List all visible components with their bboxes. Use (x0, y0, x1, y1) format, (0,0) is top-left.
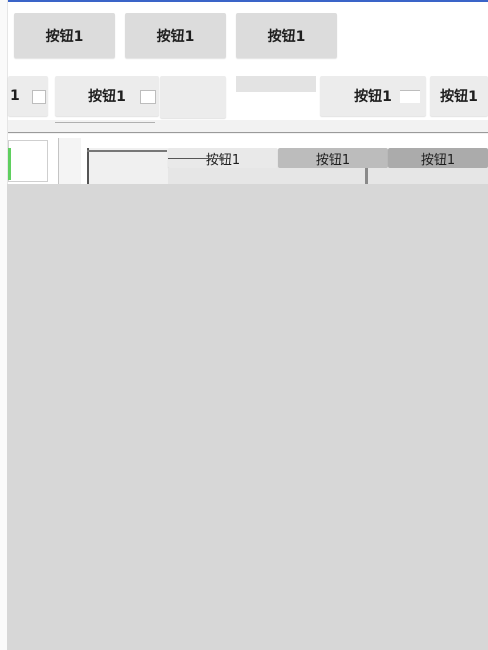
button-row2-empty[interactable] (160, 76, 226, 118)
glitch-box (87, 148, 169, 184)
button-row3-2[interactable]: 按钮1 (278, 148, 388, 168)
button-row2-partial-label: 1 (10, 88, 20, 104)
button-row1-2[interactable]: 按钮1 (125, 13, 226, 58)
glitch-box (8, 140, 48, 182)
button-row3-3[interactable]: 按钮1 (388, 148, 488, 168)
glitch-line (400, 90, 420, 103)
button-row1-3[interactable]: 按钮1 (236, 13, 337, 58)
glitch-line (168, 158, 228, 159)
glitch-line (365, 168, 368, 184)
glitch-box (58, 138, 81, 184)
window-top-border (0, 0, 488, 2)
glitch-square (32, 90, 46, 104)
button-row1-1[interactable]: 按钮1 (14, 13, 115, 58)
main-panel (7, 184, 488, 650)
glitch-line (55, 122, 155, 123)
glitch-band (168, 168, 488, 184)
glitch-line (8, 132, 488, 133)
app-window: 按钮1 按钮1 按钮1 1 按钮1 按钮1 按钮1 按钮1 按钮1 按钮1 (0, 0, 488, 650)
glitch-strip (236, 76, 316, 92)
glitch-line (8, 148, 11, 180)
glitch-square (140, 90, 156, 104)
glitch-line (87, 150, 167, 152)
button-row2-3[interactable]: 按钮1 (430, 76, 488, 116)
